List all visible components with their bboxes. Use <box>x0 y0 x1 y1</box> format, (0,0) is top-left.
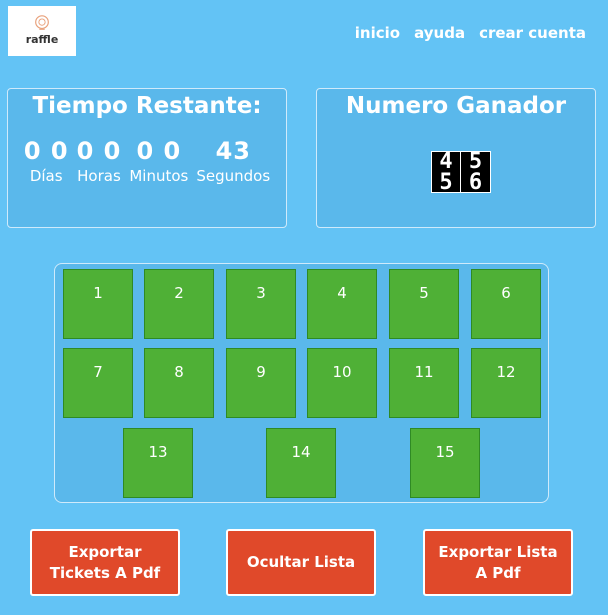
ticket-6[interactable]: 6 <box>471 269 541 339</box>
winner-digit: 5 6 <box>461 152 490 192</box>
nav-link-crear-cuenta[interactable]: crear cuenta <box>479 24 586 42</box>
minutes-value: 0 0 <box>136 137 182 165</box>
hide-list-button[interactable]: Ocultar Lista <box>226 529 376 596</box>
ticket-9[interactable]: 9 <box>226 348 296 418</box>
export-tickets-pdf-button[interactable]: Exportar Tickets A Pdf <box>30 529 180 596</box>
ticket-2[interactable]: 2 <box>144 269 214 339</box>
winner-number-display: 4 5 5 6 <box>431 151 491 193</box>
countdown-minutes: 0 0 Minutos <box>125 137 192 185</box>
ticket-1[interactable]: 1 <box>63 269 133 339</box>
days-value: 0 0 <box>23 137 69 165</box>
ticket-4[interactable]: 4 <box>307 269 377 339</box>
digit-next: 5 <box>439 170 453 192</box>
winner-panel: Numero Ganador 4 5 5 6 <box>316 88 596 228</box>
ticket-5[interactable]: 5 <box>389 269 459 339</box>
ticket-board: 1 2 3 4 5 6 7 8 9 10 11 12 13 14 15 <box>54 263 549 503</box>
logo-lightbulb-icon <box>35 15 49 30</box>
countdown: 0 0 Días 0 0 Horas 0 0 Minutos 43 Segund… <box>8 137 286 185</box>
raffle-logo[interactable]: raffle <box>8 6 76 56</box>
countdown-title: Tiempo Restante: <box>32 93 262 119</box>
ticket-11[interactable]: 11 <box>389 348 459 418</box>
minutes-label: Minutos <box>129 167 189 185</box>
nav-link-inicio[interactable]: inicio <box>355 24 400 42</box>
hours-label: Horas <box>77 167 121 185</box>
hours-value: 0 0 <box>76 137 122 165</box>
logo-text: raffle <box>25 33 59 46</box>
winner-title: Numero Ganador <box>345 93 567 119</box>
countdown-seconds: 43 Segundos <box>192 137 274 185</box>
seconds-label: Segundos <box>196 167 271 185</box>
seconds-value: 43 <box>215 137 251 165</box>
ticket-7[interactable]: 7 <box>63 348 133 418</box>
countdown-days: 0 0 Días <box>20 137 73 185</box>
ticket-14[interactable]: 14 <box>266 428 336 498</box>
ticket-8[interactable]: 8 <box>144 348 214 418</box>
digit-next: 6 <box>468 170 483 192</box>
ticket-3[interactable]: 3 <box>226 269 296 339</box>
nav-link-ayuda[interactable]: ayuda <box>414 24 465 42</box>
ticket-10[interactable]: 10 <box>307 348 377 418</box>
export-list-pdf-button[interactable]: Exportar Lista A Pdf <box>423 529 573 596</box>
top-nav: inicio ayuda crear cuenta <box>355 24 586 42</box>
ticket-15[interactable]: 15 <box>410 428 480 498</box>
days-label: Días <box>29 167 63 185</box>
countdown-hours: 0 0 Horas <box>73 137 126 185</box>
ticket-12[interactable]: 12 <box>471 348 541 418</box>
countdown-panel: Tiempo Restante: 0 0 Días 0 0 Horas 0 0 … <box>7 88 287 228</box>
winner-digit: 4 5 <box>432 152 461 192</box>
ticket-13[interactable]: 13 <box>123 428 193 498</box>
